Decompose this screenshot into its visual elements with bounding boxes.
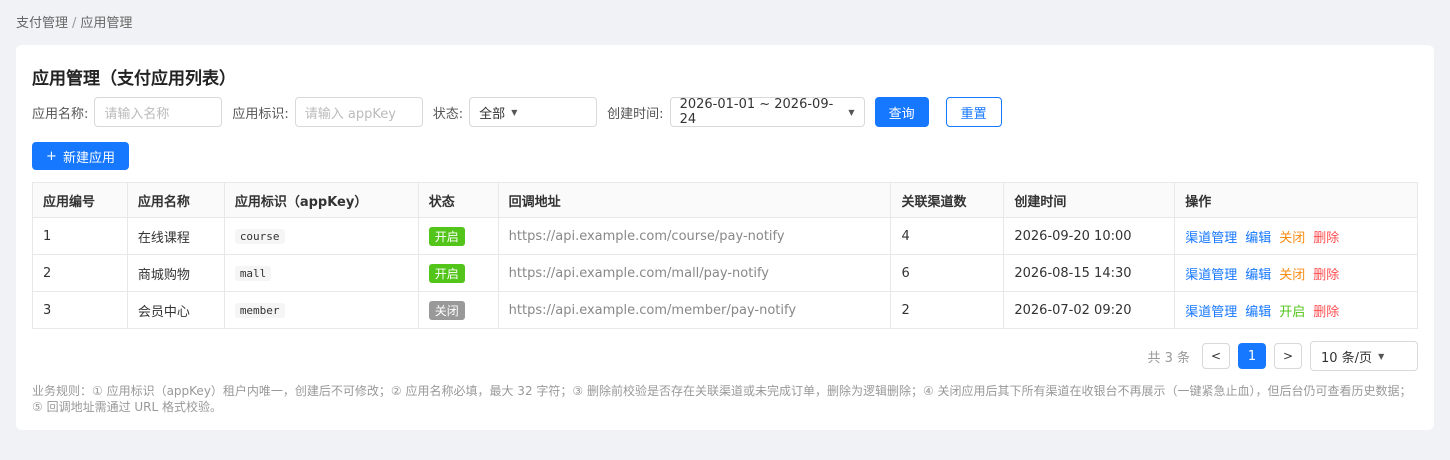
cell-name: 在线课程 bbox=[126, 217, 225, 255]
table-row: 2 商城购物 mall 开启 https://api.example.com/m… bbox=[32, 254, 1418, 292]
app-key-code: mall bbox=[234, 265, 272, 281]
cell-actions: 渠道管理 编辑 关闭 删除 bbox=[1174, 254, 1418, 292]
header-actions: 操作 bbox=[1174, 182, 1418, 218]
cell-actions: 渠道管理 编辑 开启 删除 bbox=[1174, 291, 1418, 329]
current-page-button[interactable]: 1 bbox=[1238, 343, 1266, 369]
cell-id: 1 bbox=[32, 217, 128, 255]
cell-channels: 4 bbox=[890, 217, 1005, 255]
header-key: 应用标识（appKey） bbox=[223, 182, 419, 218]
cell-status: 开启 bbox=[417, 254, 499, 292]
cell-name: 商城购物 bbox=[126, 254, 225, 292]
toggle-link[interactable]: 关闭 bbox=[1279, 231, 1305, 246]
page-title: 应用管理（支付应用列表） bbox=[32, 69, 236, 89]
cell-channels: 6 bbox=[890, 254, 1005, 292]
status-filter-select[interactable]: 全部 ▼ bbox=[469, 97, 598, 127]
cell-key: course bbox=[223, 217, 419, 255]
next-page-button[interactable]: > bbox=[1274, 343, 1302, 369]
query-button[interactable]: 查询 bbox=[874, 97, 929, 127]
breadcrumb-separator: / bbox=[72, 16, 77, 31]
header-id: 应用编号 bbox=[32, 182, 128, 218]
table-row: 1 在线课程 course 开启 https://api.example.com… bbox=[32, 217, 1418, 255]
key-filter-label: 应用标识: bbox=[232, 106, 289, 122]
status-badge: 开启 bbox=[428, 226, 465, 246]
header-channels: 关联渠道数 bbox=[890, 182, 1005, 218]
cell-name: 会员中心 bbox=[126, 291, 225, 329]
breadcrumb: 支付管理 / 应用管理 bbox=[16, 12, 132, 31]
time-range-picker[interactable]: 2026-01-01 ~ 2026-09-24 ▼ bbox=[669, 97, 865, 127]
new-app-button[interactable]: + 新建应用 bbox=[32, 142, 129, 170]
caret-down-icon: ▼ bbox=[848, 107, 855, 117]
cell-created: 2026-09-20 10:00 bbox=[1003, 217, 1176, 255]
header-name: 应用名称 bbox=[126, 182, 225, 218]
edit-link[interactable]: 编辑 bbox=[1245, 231, 1271, 246]
time-range-value: 2026-01-01 ~ 2026-09-24 bbox=[679, 97, 834, 127]
cell-actions: 渠道管理 编辑 关闭 删除 bbox=[1174, 217, 1418, 255]
table-header-row: 应用编号 应用名称 应用标识（appKey） 状态 回调地址 关联渠道数 创建时… bbox=[32, 182, 1418, 218]
name-filter-input[interactable]: 请输入名称 bbox=[94, 97, 223, 127]
new-app-label: 新建应用 bbox=[62, 150, 115, 166]
app-table: 应用编号 应用名称 应用标识（appKey） 状态 回调地址 关联渠道数 创建时… bbox=[32, 182, 1418, 329]
key-filter-input[interactable]: 请输入 appKey bbox=[294, 97, 423, 127]
cell-url: https://api.example.com/member/pay-notif… bbox=[497, 291, 892, 329]
page-size-select[interactable]: 10 条/页 ▼ bbox=[1310, 341, 1418, 371]
cell-created: 2026-07-02 09:20 bbox=[1003, 291, 1176, 329]
pagination: 共 3 条 < 1 > 10 条/页 ▼ bbox=[1147, 341, 1418, 371]
status-badge: 开启 bbox=[428, 263, 465, 283]
caret-down-icon: ▼ bbox=[1378, 351, 1385, 361]
total-count: 共 3 条 bbox=[1147, 350, 1190, 366]
cell-key: member bbox=[223, 291, 419, 329]
cell-id: 2 bbox=[32, 254, 128, 292]
status-badge: 关闭 bbox=[428, 300, 465, 320]
cell-created: 2026-08-15 14:30 bbox=[1003, 254, 1176, 292]
caret-down-icon: ▼ bbox=[511, 107, 518, 117]
status-filter-value: 全部 bbox=[479, 106, 506, 122]
table-row: 3 会员中心 member 关闭 https://api.example.com… bbox=[32, 291, 1418, 329]
cell-channels: 2 bbox=[890, 291, 1005, 329]
toggle-link[interactable]: 开启 bbox=[1279, 305, 1305, 320]
header-status: 状态 bbox=[417, 182, 499, 218]
cell-id: 3 bbox=[32, 291, 128, 329]
delete-link[interactable]: 删除 bbox=[1313, 231, 1339, 246]
header-created: 创建时间 bbox=[1003, 182, 1176, 218]
status-filter-label: 状态: bbox=[432, 106, 464, 122]
edit-link[interactable]: 编辑 bbox=[1245, 305, 1271, 320]
cell-status: 关闭 bbox=[417, 291, 499, 329]
filter-bar: 应用名称: 请输入名称 应用标识: 请输入 appKey 状态: 全部 ▼ 创建时… bbox=[32, 97, 1002, 127]
edit-link[interactable]: 编辑 bbox=[1245, 268, 1271, 283]
delete-link[interactable]: 删除 bbox=[1313, 268, 1339, 283]
breadcrumb-parent[interactable]: 支付管理 bbox=[16, 16, 68, 31]
page-size-value: 10 条/页 bbox=[1321, 350, 1373, 366]
cell-key: mall bbox=[223, 254, 419, 292]
name-filter-label: 应用名称: bbox=[32, 106, 89, 122]
toggle-link[interactable]: 关闭 bbox=[1279, 268, 1305, 283]
header-url: 回调地址 bbox=[497, 182, 892, 218]
plus-icon: + bbox=[46, 148, 57, 164]
channel-manage-link[interactable]: 渠道管理 bbox=[1185, 231, 1237, 246]
channel-manage-link[interactable]: 渠道管理 bbox=[1185, 305, 1237, 320]
channel-manage-link[interactable]: 渠道管理 bbox=[1185, 268, 1237, 283]
cell-url: https://api.example.com/mall/pay-notify bbox=[497, 254, 892, 292]
business-rules: 业务规则：① 应用标识（appKey）租户内唯一，创建后不可修改；② 应用名称必… bbox=[32, 384, 1412, 414]
main-card: 应用管理（支付应用列表） 应用名称: 请输入名称 应用标识: 请输入 appKe… bbox=[16, 45, 1434, 430]
delete-link[interactable]: 删除 bbox=[1313, 305, 1339, 320]
app-key-code: member bbox=[234, 302, 285, 318]
app-key-code: course bbox=[234, 228, 285, 244]
cell-status: 开启 bbox=[417, 217, 499, 255]
cell-url: https://api.example.com/course/pay-notif… bbox=[497, 217, 892, 255]
prev-page-button[interactable]: < bbox=[1202, 343, 1230, 369]
breadcrumb-current: 应用管理 bbox=[80, 16, 133, 31]
time-filter-label: 创建时间: bbox=[607, 106, 664, 122]
reset-button[interactable]: 重置 bbox=[945, 97, 1002, 127]
